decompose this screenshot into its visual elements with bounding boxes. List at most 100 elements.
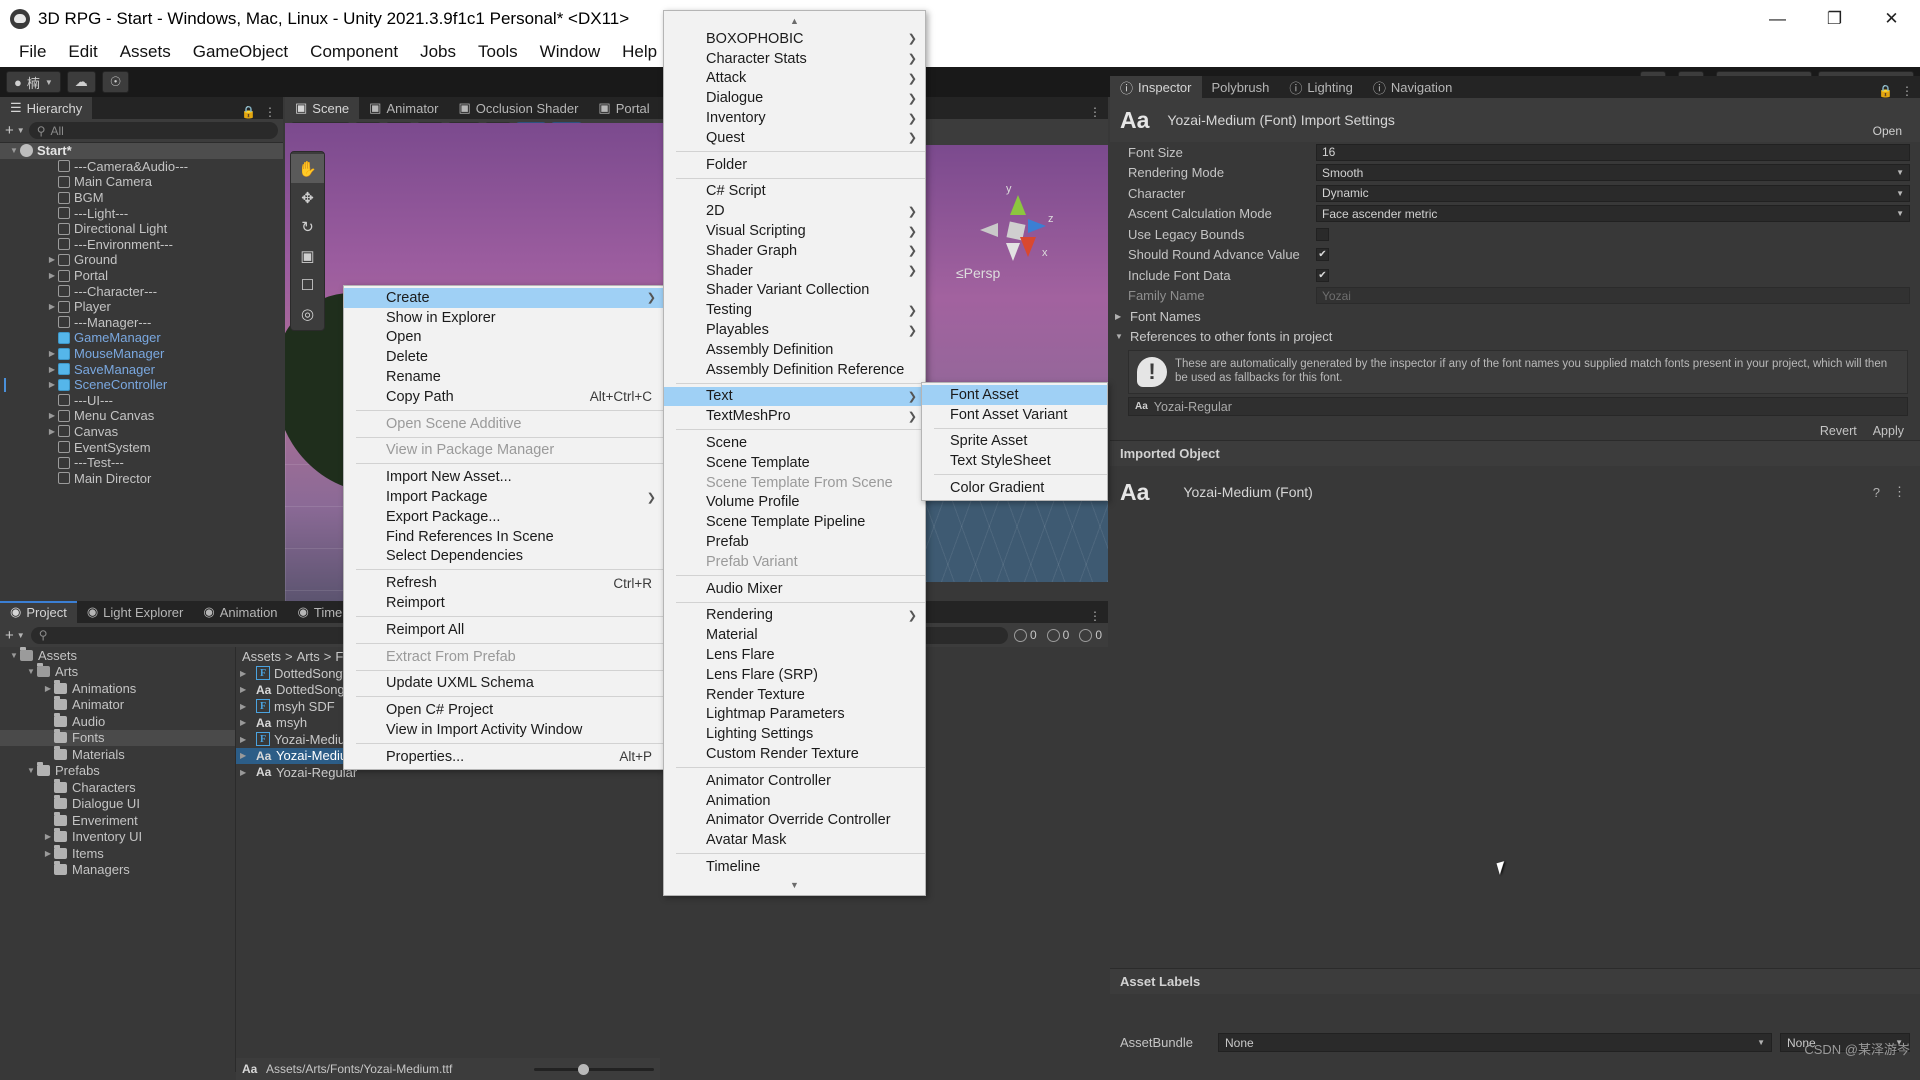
- create-item-2d[interactable]: 2D ❯: [664, 201, 925, 221]
- property-checkbox[interactable]: [1316, 227, 1329, 241]
- folder-tree-item[interactable]: Audio: [0, 712, 235, 730]
- maximize-button[interactable]: ❐: [1806, 0, 1863, 37]
- console-counter[interactable]: 0: [1013, 628, 1037, 642]
- text-submenu[interactable]: Font Asset Font Asset Variant Sprite Asset…: [921, 382, 1108, 501]
- tab-navigation[interactable]: ⓘ Navigation: [1362, 76, 1463, 98]
- text-item-font-asset[interactable]: Font Asset: [922, 385, 1107, 405]
- chevron-right-icon[interactable]: ▶: [240, 669, 252, 678]
- hierarchy-item[interactable]: ▶ Player: [0, 299, 283, 315]
- menubar-item-component[interactable]: Component: [299, 39, 409, 65]
- ctx-item-open[interactable]: Open: [344, 328, 664, 348]
- create-item-attack[interactable]: Attack ❯: [664, 69, 925, 89]
- ctx-item-reimport-all[interactable]: Reimport All: [344, 620, 664, 640]
- minimize-button[interactable]: —: [1749, 0, 1806, 37]
- folder-tree-item[interactable]: Animator: [0, 696, 235, 714]
- hierarchy-item[interactable]: ▶ Ground: [0, 252, 283, 268]
- create-item-lightmap-parameters[interactable]: Lightmap Parameters: [664, 705, 925, 725]
- folder-tree-item[interactable]: Materials: [0, 745, 235, 763]
- create-item-playables[interactable]: Playables ❯: [664, 320, 925, 340]
- tab-hierarchy[interactable]: ☰ Hierarchy: [0, 97, 93, 119]
- create-item-animator-controller[interactable]: Animator Controller: [664, 771, 925, 791]
- open-button[interactable]: Open: [1862, 122, 1912, 140]
- create-item-visual-scripting[interactable]: Visual Scripting ❯: [664, 221, 925, 241]
- folder-tree-item[interactable]: ▼ Prefabs: [0, 762, 235, 780]
- console-counter[interactable]: 0: [1079, 628, 1102, 642]
- create-item-prefab[interactable]: Prefab: [664, 532, 925, 552]
- create-item-render-texture[interactable]: Render Texture: [664, 685, 925, 705]
- menubar-item-jobs[interactable]: Jobs: [409, 39, 467, 65]
- create-item-scene[interactable]: Scene: [664, 433, 925, 453]
- create-item-audio-mixer[interactable]: Audio Mixer: [664, 579, 925, 599]
- menubar-item-edit[interactable]: Edit: [57, 39, 108, 65]
- create-item-avatar-mask[interactable]: Avatar Mask: [664, 830, 925, 850]
- hierarchy-search-input[interactable]: ⚲ All: [28, 122, 278, 139]
- chevron-right-icon[interactable]: ▶: [240, 768, 252, 777]
- create-item-custom-render-texture[interactable]: Custom Render Texture: [664, 744, 925, 764]
- ctx-item-show-in-explorer[interactable]: Show in Explorer: [344, 308, 664, 328]
- menu-icon[interactable]: ⋮: [1893, 484, 1906, 500]
- hierarchy-item[interactable]: ▶ SaveManager: [0, 361, 283, 377]
- menu-icon[interactable]: ⋮: [264, 105, 276, 119]
- folder-tree-item[interactable]: Enveriment: [0, 811, 235, 829]
- create-item-animation[interactable]: Animation: [664, 791, 925, 811]
- create-item-folder[interactable]: Folder: [664, 155, 925, 175]
- tab-light-explorer[interactable]: ◉ Light Explorer: [76, 601, 194, 623]
- hierarchy-item[interactable]: Main Director: [0, 470, 283, 486]
- create-item-character-stats[interactable]: Character Stats ❯: [664, 49, 925, 69]
- create-item-lens-flare-srp[interactable]: Lens Flare (SRP): [664, 665, 925, 685]
- create-item-shader[interactable]: Shader ❯: [664, 261, 925, 281]
- hierarchy-item[interactable]: BGM: [0, 190, 283, 206]
- cloud-button[interactable]: ☁: [66, 71, 96, 93]
- folder-tree-item[interactable]: ▼ Assets: [0, 647, 235, 664]
- chevron-right-icon[interactable]: ▶: [46, 365, 58, 374]
- chevron-right-icon[interactable]: ▶: [46, 411, 58, 420]
- chevron-right-icon[interactable]: ▶: [46, 255, 58, 264]
- close-button[interactable]: ✕: [1863, 0, 1920, 37]
- ctx-item-delete[interactable]: Delete: [344, 347, 664, 367]
- property-checkbox[interactable]: ✔: [1316, 248, 1329, 262]
- hierarchy-item[interactable]: Directional Light: [0, 221, 283, 237]
- chevron-down-icon[interactable]: ▼: [8, 146, 20, 155]
- ctx-item-import-package[interactable]: Import Package ❯: [344, 487, 664, 507]
- create-item-scene-template-pipeline[interactable]: Scene Template Pipeline: [664, 512, 925, 532]
- perspective-label[interactable]: ≤Persp: [956, 265, 1000, 281]
- ctx-item-open-c-project[interactable]: Open C# Project: [344, 700, 664, 720]
- tab-occlusion-shader[interactable]: ▣ Occlusion Shader: [448, 97, 589, 119]
- tab-project[interactable]: ◉ Project: [0, 601, 77, 623]
- menubar-item-help[interactable]: Help: [611, 39, 668, 65]
- ctx-item-update-uxml-schema[interactable]: Update UXML Schema: [344, 674, 664, 694]
- add-gameobject-button[interactable]: + ▼: [5, 122, 25, 139]
- chevron-down-icon[interactable]: ▼: [25, 667, 37, 676]
- ctx-item-export-package[interactable]: Export Package...: [344, 507, 664, 527]
- create-item-quest[interactable]: Quest ❯: [664, 128, 925, 148]
- revert-button[interactable]: Revert: [1814, 422, 1863, 440]
- hierarchy-item[interactable]: Main Camera: [0, 174, 283, 190]
- asset-context-menu[interactable]: Create ❯ Show in Explorer Open Delete Rename C…: [343, 285, 665, 770]
- ctx-item-view-in-import-activity-window[interactable]: View in Import Activity Window: [344, 720, 664, 740]
- tab-inspector[interactable]: ⓘ Inspector: [1110, 76, 1202, 98]
- create-item-scene-template[interactable]: Scene Template: [664, 453, 925, 473]
- ctx-item-rename[interactable]: Rename: [344, 367, 664, 387]
- fallback-font-row[interactable]: Aa Yozai-Regular: [1128, 397, 1908, 416]
- menubar-item-file[interactable]: File: [8, 39, 57, 65]
- references-foldout[interactable]: ▼ References to other fonts in project: [1110, 327, 1920, 348]
- console-counter[interactable]: 0: [1046, 628, 1069, 642]
- folder-tree-item[interactable]: Fonts: [0, 729, 235, 746]
- lock-icon[interactable]: 🔒: [1878, 84, 1893, 98]
- folder-tree-item[interactable]: Dialogue UI: [0, 795, 235, 813]
- create-item-timeline[interactable]: Timeline: [664, 857, 925, 877]
- folder-tree-item[interactable]: ▶ Items: [0, 844, 235, 862]
- create-item-rendering[interactable]: Rendering ❯: [664, 606, 925, 626]
- tab-animation[interactable]: ◉ Animation: [193, 601, 288, 623]
- create-item-c-script[interactable]: C# Script: [664, 182, 925, 202]
- folder-tree-item[interactable]: ▶ Inventory UI: [0, 828, 235, 846]
- transform-tool-icon[interactable]: ◎: [291, 299, 324, 328]
- ctx-item-properties[interactable]: Properties... Alt+P: [344, 747, 664, 767]
- chevron-down-icon[interactable]: ▼: [25, 766, 37, 775]
- move-tool-icon[interactable]: ✥: [291, 183, 324, 212]
- tab-polybrush[interactable]: Polybrush: [1201, 76, 1280, 98]
- gameview-viewport[interactable]: y z x ≤Persp: [926, 145, 1108, 582]
- chevron-right-icon[interactable]: ▶: [46, 427, 58, 436]
- hierarchy-item[interactable]: ---Manager---: [0, 315, 283, 331]
- hierarchy-item[interactable]: ---Test---: [0, 455, 283, 471]
